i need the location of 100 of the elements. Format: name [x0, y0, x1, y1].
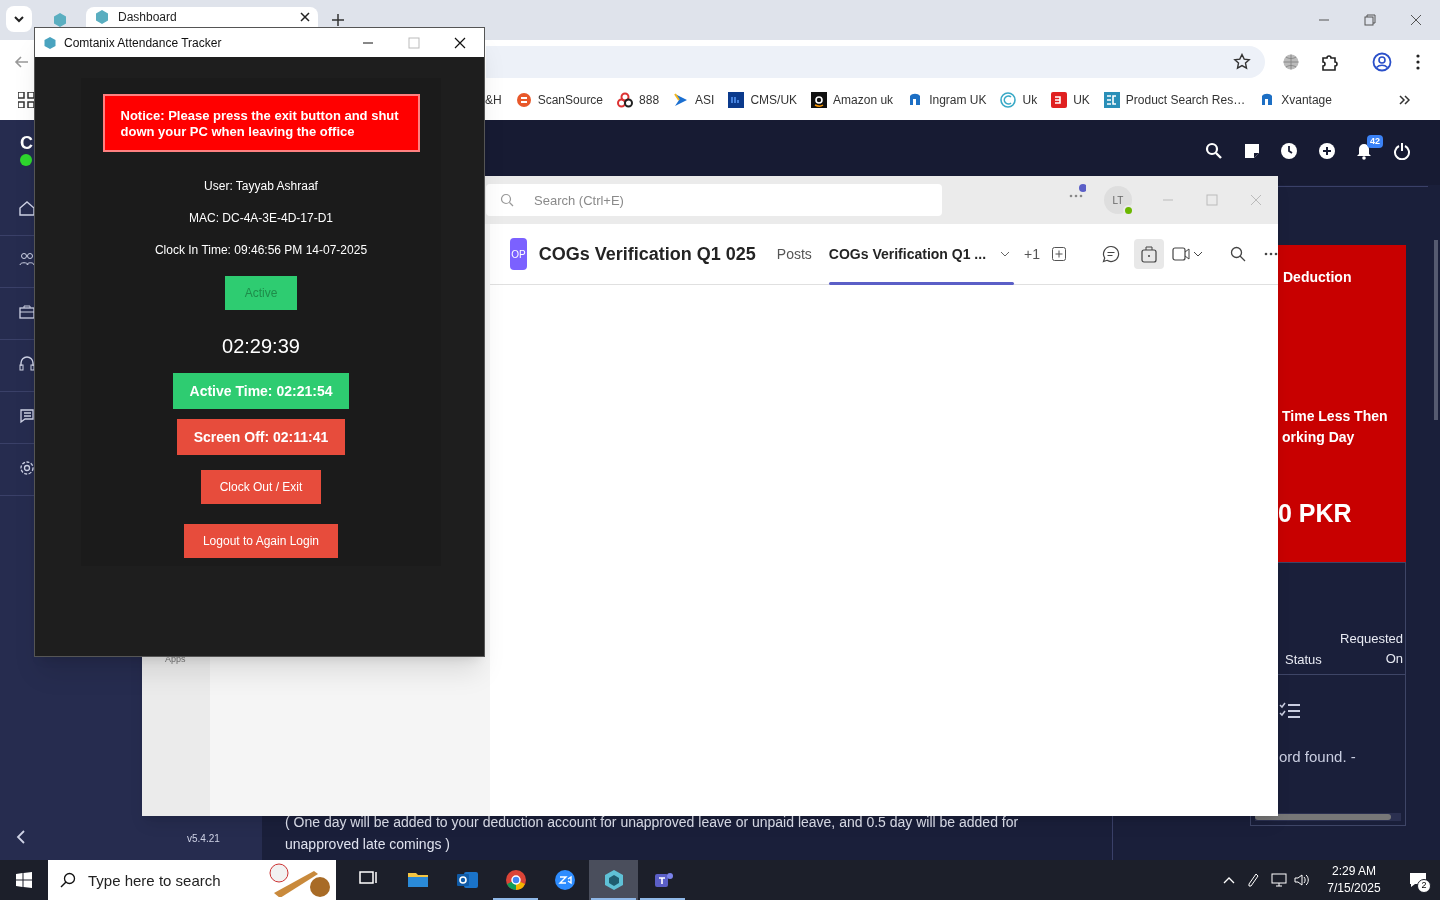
- notification-badge: 42: [1367, 135, 1383, 148]
- note-text: ( One day will be added to your deduction account for unapproved leave or unpaid leave, and 0.5 day will be added for: [285, 813, 1019, 832]
- bookmark-icon: [728, 92, 745, 108]
- bookmark-icon: [811, 92, 828, 108]
- notice-banner: Notice: Please press the exit button and shut down your PC when leaving the office: [102, 94, 420, 152]
- stat-label: Active Time: 02:21:54: [172, 373, 350, 409]
- search-icon[interactable]: [1205, 142, 1223, 160]
- search-field[interactable]: Type here to search: [48, 860, 336, 900]
- chat-icon[interactable]: [1102, 245, 1120, 263]
- settings-icon: [18, 458, 36, 477]
- chevrons-icon[interactable]: [1398, 94, 1410, 106]
- close-icon[interactable]: [454, 36, 466, 49]
- bookmark[interactable]: Ingram UK: [907, 91, 987, 109]
- tracker-icon: [602, 869, 625, 891]
- checklist-icon: [1279, 702, 1301, 720]
- bookmark[interactable]: Xvantage: [1259, 91, 1332, 109]
- search-icon: [500, 193, 514, 207]
- headset-icon: [18, 354, 36, 373]
- window-title: Comtanix Attendance Tracker: [64, 34, 223, 52]
- scrollbar-thumb[interactable]: [1255, 814, 1391, 820]
- start-icon[interactable]: [16, 872, 32, 888]
- more-tabs-count[interactable]: +1: [1024, 243, 1040, 265]
- bookmark[interactable]: &H: [485, 91, 502, 109]
- stat-label: Screen Off: 02:11:41: [176, 419, 346, 455]
- bookmark-icon: [1103, 92, 1120, 108]
- restore-icon[interactable]: [1364, 14, 1376, 26]
- zoom-icon: [553, 869, 576, 891]
- add-tab-icon[interactable]: [1052, 247, 1066, 261]
- channel-tab[interactable]: Posts: [776, 223, 812, 285]
- info-text: Clock In Time: 09:46:56 PM 14-07-2025: [154, 242, 368, 259]
- new-tab-icon[interactable]: [332, 14, 344, 26]
- profile-icon[interactable]: [1372, 52, 1392, 72]
- notification-button[interactable]: 2: [1396, 860, 1440, 900]
- bookmark[interactable]: UK: [1051, 91, 1090, 109]
- back-icon[interactable]: [14, 54, 30, 70]
- timer-text: 02:29:39: [222, 334, 300, 359]
- more-icon[interactable]: [1416, 54, 1420, 70]
- collapse-icon[interactable]: [16, 830, 26, 844]
- empty-message: ord found. -: [1279, 747, 1356, 767]
- tab-title: Dashboard: [118, 9, 178, 26]
- bookmark[interactable]: Product Search Res…: [1103, 91, 1246, 109]
- column-header: Requested On: [1339, 630, 1403, 668]
- bell-icon[interactable]: [1355, 142, 1373, 160]
- apps-grid-icon[interactable]: [18, 92, 34, 108]
- add-icon[interactable]: [1317, 142, 1336, 160]
- bookmark[interactable]: Amazon uk: [811, 91, 894, 109]
- bookmark-icon: [515, 92, 532, 108]
- bookmark[interactable]: ASI: [673, 91, 715, 109]
- clock[interactable]: 2:29 AM 7/15/2025: [1318, 863, 1390, 897]
- note-text: unapproved late comings ): [285, 835, 450, 854]
- card-title: Deduction: [1283, 268, 1352, 287]
- bookmark-icon: [1000, 92, 1017, 108]
- network-icon[interactable]: [1271, 873, 1287, 887]
- globe-icon[interactable]: [1282, 53, 1300, 71]
- briefcase-icon: [18, 302, 36, 321]
- pen-icon[interactable]: [1247, 873, 1259, 887]
- close-icon[interactable]: [300, 12, 310, 22]
- list-icon: [18, 406, 36, 425]
- hexagon-icon: [43, 35, 57, 50]
- bag-icon[interactable]: [1134, 239, 1164, 269]
- search-icon[interactable]: [1230, 246, 1246, 262]
- info-text: MAC: DC-4A-3E-4D-17-D1: [189, 210, 333, 227]
- channel-avatar: OP: [510, 238, 527, 270]
- star-icon[interactable]: [1233, 53, 1251, 71]
- bookmark[interactable]: 888: [617, 91, 660, 109]
- logout-button[interactable]: Logout to Again Login: [183, 524, 339, 558]
- extension-icon[interactable]: [1320, 53, 1338, 71]
- search-icon: [60, 872, 76, 888]
- home-icon: [18, 198, 36, 217]
- bookmark-icon: [1051, 92, 1068, 108]
- avatar-initials: LT: [1112, 193, 1124, 208]
- rail-label: Apps: [165, 653, 186, 666]
- chevron-down-icon: [1000, 251, 1011, 257]
- bookmark[interactable]: CMS/UK: [728, 91, 798, 109]
- video-icon[interactable]: [1172, 247, 1202, 261]
- scrollbar-thumb[interactable]: [1434, 240, 1438, 420]
- clock-out-button[interactable]: Clock Out / Exit: [200, 470, 322, 504]
- bookmark[interactable]: ScanSource: [515, 91, 604, 109]
- power-icon[interactable]: [1392, 142, 1411, 160]
- version-label: v5.4.21: [187, 832, 220, 846]
- clock-icon[interactable]: [1280, 142, 1298, 160]
- avatar[interactable]: LT: [1104, 186, 1132, 214]
- browser-tab[interactable]: Dashboard: [86, 7, 318, 27]
- volume-icon[interactable]: [1294, 873, 1310, 887]
- channel-tab[interactable]: COGs Verification Q1 ...: [828, 223, 1011, 285]
- search-field[interactable]: Search (Ctrl+E): [486, 184, 942, 216]
- bookmark[interactable]: Uk: [1000, 91, 1038, 109]
- more-icon[interactable]: [1264, 252, 1278, 256]
- bookmark-icon: [617, 92, 634, 108]
- card-text: Time Less Then: [1282, 407, 1388, 426]
- chevron-up-icon[interactable]: [1223, 876, 1235, 884]
- amount-text: 0 PKR: [1278, 498, 1352, 529]
- chrome-icon: [504, 869, 527, 891]
- hexagon-icon: [94, 9, 110, 25]
- info-text: User: Tayyab Ashraaf: [204, 178, 318, 195]
- brand-logo: C: [20, 132, 33, 155]
- status-label: Active: [225, 276, 297, 310]
- channel-title: COGs Verification Q1 025: [538, 242, 756, 266]
- card-text: orking Day: [1282, 428, 1355, 447]
- tab-list-icon[interactable]: [6, 6, 32, 32]
